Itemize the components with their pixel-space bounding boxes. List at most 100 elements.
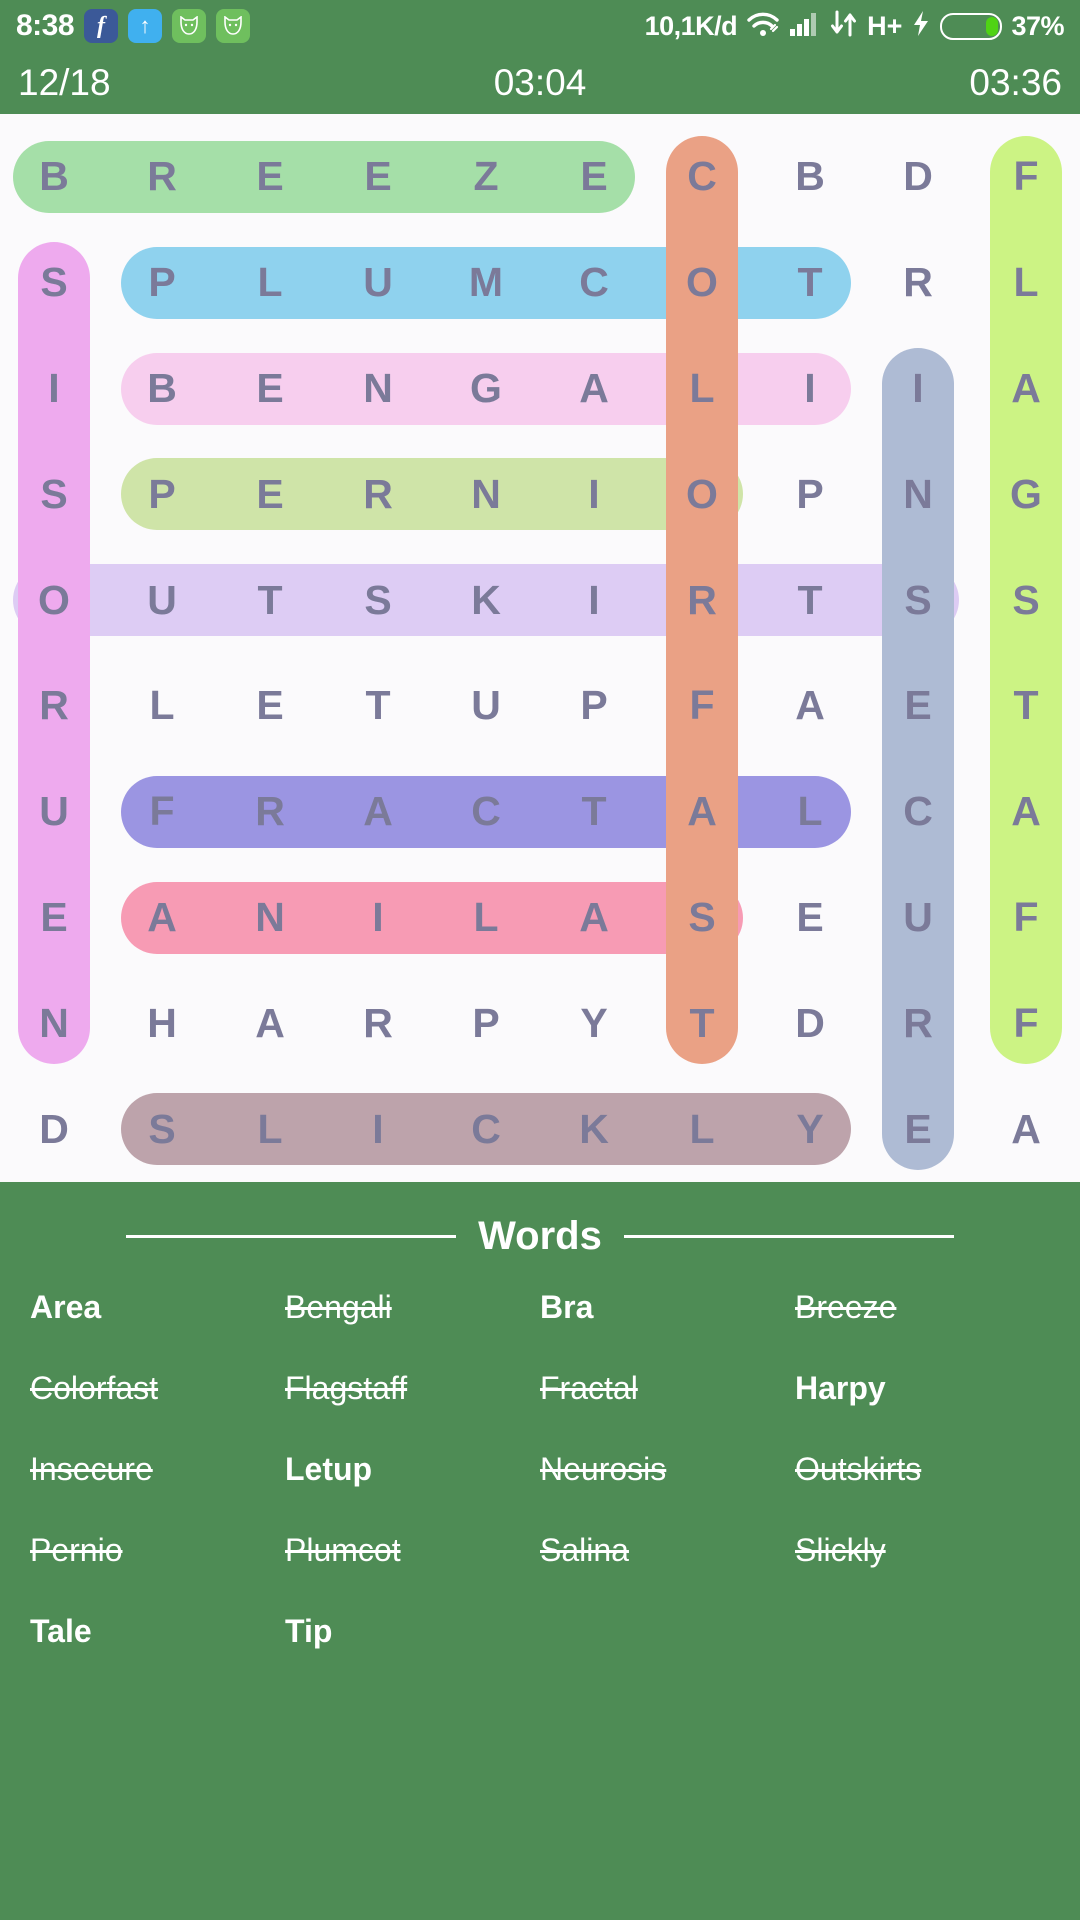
grid-cell[interactable]: R <box>216 759 324 865</box>
grid-cell[interactable]: T <box>756 230 864 336</box>
grid-cell[interactable]: S <box>0 441 108 547</box>
grid-cell[interactable]: L <box>216 230 324 336</box>
grid-cell[interactable]: S <box>324 547 432 653</box>
grid-cell[interactable]: T <box>972 653 1080 759</box>
grid-cell[interactable]: P <box>108 441 216 547</box>
grid-cell[interactable]: T <box>648 970 756 1076</box>
grid-cell[interactable]: E <box>540 124 648 230</box>
grid-cell[interactable]: K <box>432 547 540 653</box>
grid-cell[interactable]: L <box>648 1076 756 1182</box>
grid-cell[interactable]: E <box>0 865 108 971</box>
grid-cell[interactable]: A <box>540 336 648 442</box>
grid-cell[interactable]: U <box>108 547 216 653</box>
grid-cell[interactable]: S <box>108 1076 216 1182</box>
grid-cell[interactable]: E <box>216 124 324 230</box>
grid-cell[interactable]: S <box>972 547 1080 653</box>
grid-cell[interactable]: U <box>864 865 972 971</box>
grid-cell[interactable]: E <box>324 124 432 230</box>
grid-cell[interactable]: E <box>216 336 324 442</box>
grid-cell[interactable]: A <box>108 865 216 971</box>
grid-cell[interactable]: Y <box>756 1076 864 1182</box>
grid-cell[interactable]: A <box>756 653 864 759</box>
grid-cell[interactable]: N <box>432 441 540 547</box>
grid-cell[interactable]: A <box>540 865 648 971</box>
grid-cell[interactable]: F <box>972 865 1080 971</box>
grid-cell[interactable]: E <box>864 1076 972 1182</box>
grid-cell[interactable]: B <box>0 124 108 230</box>
grid-cell[interactable]: F <box>108 759 216 865</box>
grid-cell[interactable]: E <box>756 865 864 971</box>
grid-cell[interactable]: O <box>648 230 756 336</box>
grid-cell[interactable]: R <box>324 441 432 547</box>
grid-cell[interactable]: A <box>972 336 1080 442</box>
grid-cell[interactable]: O <box>0 547 108 653</box>
grid-cell[interactable]: K <box>540 1076 648 1182</box>
grid-cell[interactable]: Z <box>432 124 540 230</box>
grid-cell[interactable]: E <box>864 653 972 759</box>
grid-cell[interactable]: F <box>972 124 1080 230</box>
grid-cell[interactable]: F <box>972 970 1080 1076</box>
grid-cell[interactable]: L <box>972 230 1080 336</box>
grid-cell[interactable]: N <box>0 970 108 1076</box>
grid-cell[interactable]: N <box>324 336 432 442</box>
grid-cell[interactable]: R <box>648 547 756 653</box>
word-search-board[interactable]: BREEZECBDFSPLUMCOTRLIBENGALIIASPERNIOPNG… <box>0 114 1080 1182</box>
grid-cell[interactable]: L <box>216 1076 324 1182</box>
letter-grid[interactable]: BREEZECBDFSPLUMCOTRLIBENGALIIASPERNIOPNG… <box>0 124 1080 1182</box>
grid-cell[interactable]: F <box>648 653 756 759</box>
grid-cell[interactable]: R <box>0 653 108 759</box>
grid-cell[interactable]: L <box>756 759 864 865</box>
grid-cell[interactable]: A <box>324 759 432 865</box>
grid-cell[interactable]: C <box>432 1076 540 1182</box>
grid-cell[interactable]: R <box>864 970 972 1076</box>
grid-cell[interactable]: N <box>216 865 324 971</box>
grid-cell[interactable]: G <box>432 336 540 442</box>
grid-cell[interactable]: P <box>756 441 864 547</box>
grid-cell[interactable]: U <box>432 653 540 759</box>
grid-cell[interactable]: D <box>756 970 864 1076</box>
grid-cell[interactable]: L <box>648 336 756 442</box>
grid-cell[interactable]: T <box>216 547 324 653</box>
grid-cell[interactable]: E <box>216 653 324 759</box>
grid-cell[interactable]: C <box>540 230 648 336</box>
grid-cell[interactable]: G <box>972 441 1080 547</box>
grid-cell[interactable]: P <box>432 970 540 1076</box>
grid-cell[interactable]: N <box>864 441 972 547</box>
grid-cell[interactable]: P <box>108 230 216 336</box>
grid-cell[interactable]: S <box>864 547 972 653</box>
grid-cell[interactable]: O <box>648 441 756 547</box>
grid-cell[interactable]: I <box>756 336 864 442</box>
grid-cell[interactable]: Y <box>540 970 648 1076</box>
grid-cell[interactable]: I <box>540 547 648 653</box>
grid-cell[interactable]: S <box>0 230 108 336</box>
grid-cell[interactable]: M <box>432 230 540 336</box>
grid-cell[interactable]: D <box>0 1076 108 1182</box>
grid-cell[interactable]: C <box>864 759 972 865</box>
grid-cell[interactable]: D <box>864 124 972 230</box>
grid-cell[interactable]: U <box>324 230 432 336</box>
grid-cell[interactable]: R <box>864 230 972 336</box>
grid-cell[interactable]: I <box>864 336 972 442</box>
grid-cell[interactable]: I <box>0 336 108 442</box>
grid-cell[interactable]: P <box>540 653 648 759</box>
grid-cell[interactable]: L <box>432 865 540 971</box>
grid-cell[interactable]: A <box>216 970 324 1076</box>
grid-cell[interactable]: B <box>108 336 216 442</box>
grid-cell[interactable]: I <box>540 441 648 547</box>
grid-cell[interactable]: S <box>648 865 756 971</box>
grid-cell[interactable]: T <box>540 759 648 865</box>
grid-cell[interactable]: A <box>648 759 756 865</box>
grid-cell[interactable]: R <box>324 970 432 1076</box>
grid-cell[interactable]: L <box>108 653 216 759</box>
grid-cell[interactable]: R <box>108 124 216 230</box>
grid-cell[interactable]: A <box>972 759 1080 865</box>
grid-cell[interactable]: C <box>648 124 756 230</box>
grid-cell[interactable]: E <box>216 441 324 547</box>
grid-cell[interactable]: U <box>0 759 108 865</box>
grid-cell[interactable]: A <box>972 1076 1080 1182</box>
grid-cell[interactable]: T <box>756 547 864 653</box>
grid-cell[interactable]: I <box>324 865 432 971</box>
grid-cell[interactable]: H <box>108 970 216 1076</box>
grid-cell[interactable]: B <box>756 124 864 230</box>
grid-cell[interactable]: C <box>432 759 540 865</box>
